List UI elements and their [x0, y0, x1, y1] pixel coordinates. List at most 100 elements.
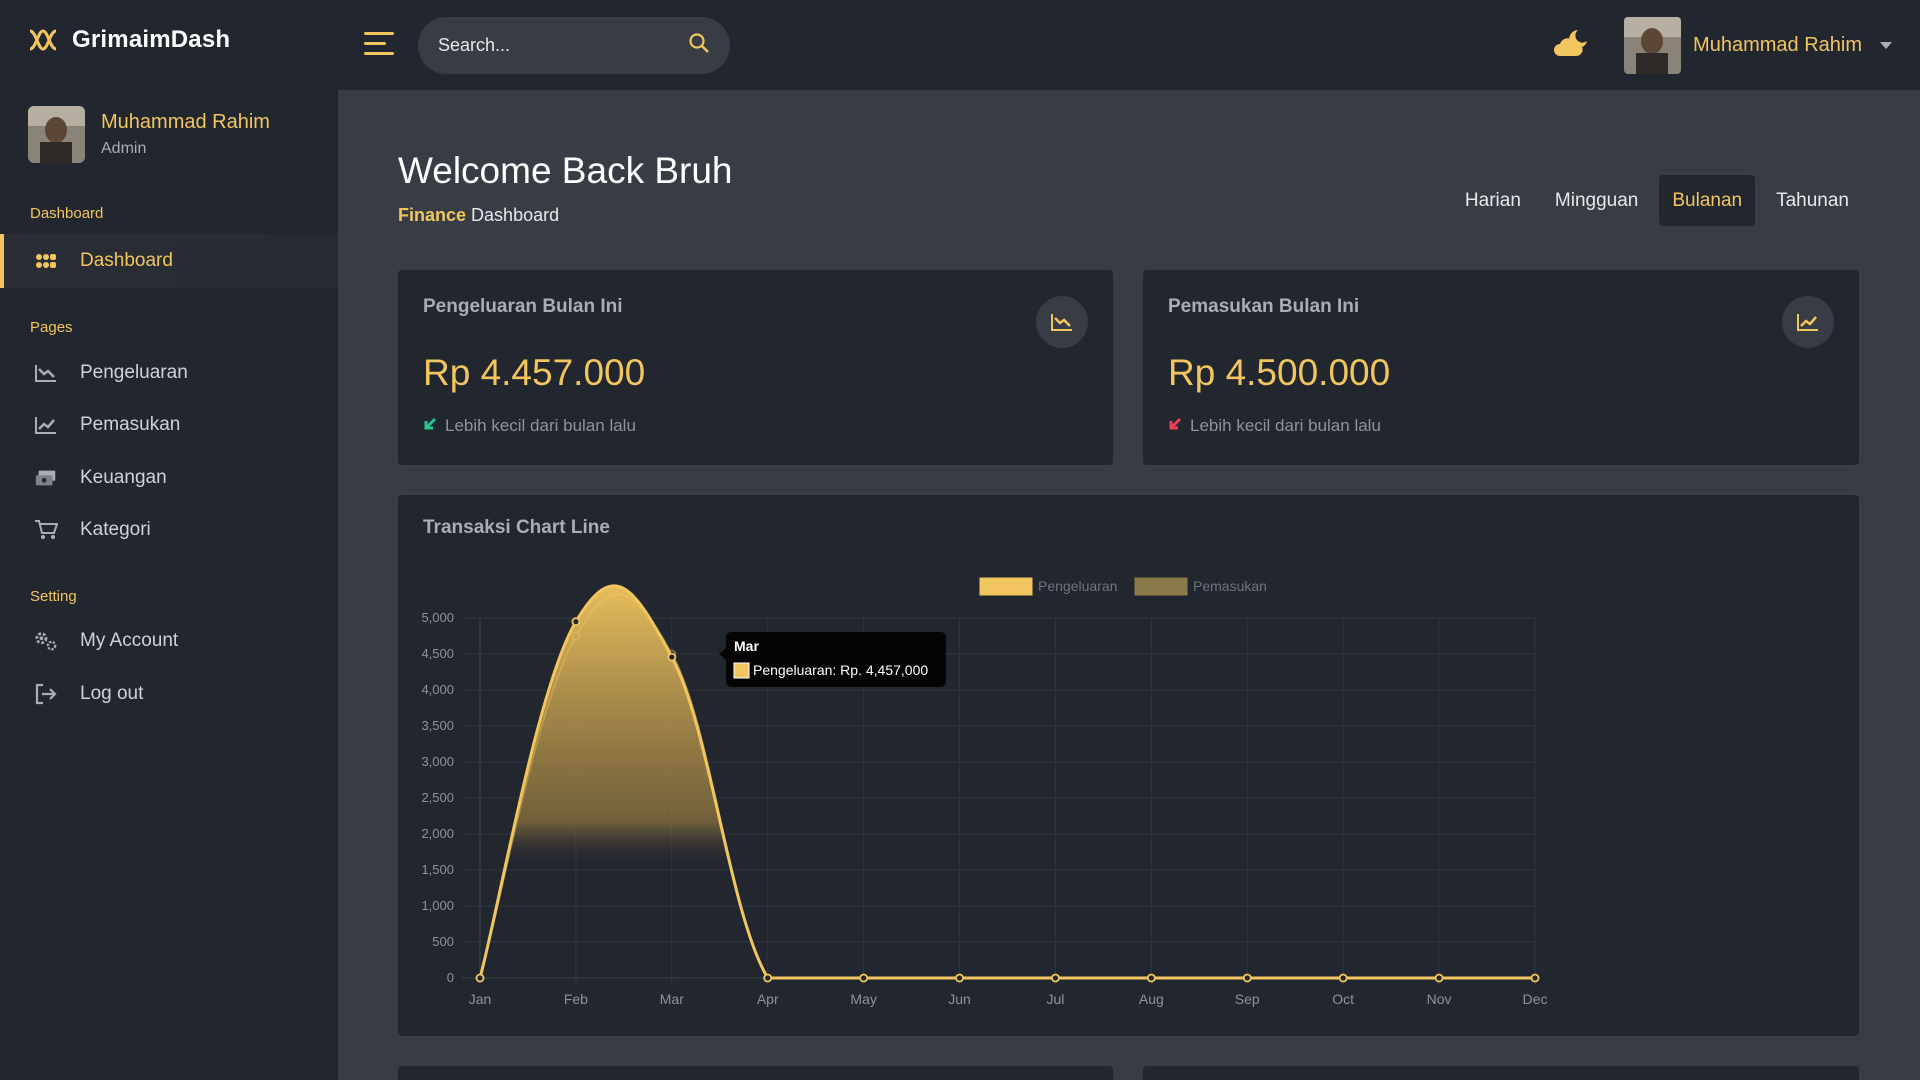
- brand-logo-icon: [28, 29, 58, 51]
- chart-down-icon[interactable]: [1036, 296, 1088, 348]
- card-note: Lebih kecil dari bulan lalu: [423, 416, 636, 436]
- tab-harian[interactable]: Harian: [1452, 175, 1534, 226]
- sidebar-item-label: Log out: [80, 683, 144, 704]
- avatar: [1624, 17, 1682, 74]
- tab-mingguan[interactable]: Mingguan: [1542, 175, 1651, 226]
- series-area-pengeluaran: [480, 585, 1535, 978]
- x-tick-label: May: [850, 991, 876, 1007]
- line-chart: 0 500 1,000 1,500 2,000 2,500 3,000 3,500 4,000 4…: [421, 577, 1548, 1007]
- bottom-card-right: [1143, 1066, 1859, 1080]
- sidebar-item-keuangan[interactable]: Keuangan: [0, 451, 338, 505]
- gears-icon: [34, 629, 58, 653]
- brand[interactable]: GrimaimDash: [28, 26, 230, 54]
- chart-down-icon: [34, 361, 58, 385]
- search-icon[interactable]: [688, 32, 710, 59]
- arrow-down-left-icon: [423, 416, 437, 436]
- sidebar-item-dashboard[interactable]: Dashboard: [0, 234, 338, 288]
- search-box: [418, 17, 730, 74]
- legend-swatch: [979, 577, 1033, 596]
- y-tick-label: 4,000: [421, 682, 454, 697]
- tab-bulanan[interactable]: Bulanan: [1659, 175, 1756, 226]
- data-point: [1242, 973, 1252, 983]
- chart-up-icon[interactable]: [1782, 296, 1834, 348]
- data-point: [667, 652, 677, 662]
- section-label-pages: Pages: [30, 319, 73, 336]
- y-tick-label: 5,000: [421, 610, 454, 625]
- card-value: Rp 4.457.000: [423, 352, 646, 393]
- section-label-setting: Setting: [30, 588, 77, 605]
- x-tick-label: Dec: [1523, 991, 1548, 1007]
- chevron-down-icon: [1880, 42, 1892, 49]
- card-note: Lebih kecil dari bulan lalu: [1168, 416, 1381, 436]
- x-tick-label: Oct: [1332, 991, 1354, 1007]
- x-tick-label: Sep: [1235, 991, 1260, 1007]
- sidebar: GrimaimDash Muhammad Rahim Admin Dashboa…: [0, 0, 338, 1080]
- data-point: [1434, 973, 1444, 983]
- sidebar-item-label: Pengeluaran: [80, 362, 188, 383]
- card-note-text: Lebih kecil dari bulan lalu: [1190, 416, 1381, 435]
- x-tick-label: Aug: [1139, 991, 1164, 1007]
- sidebar-profile[interactable]: Muhammad Rahim Admin: [28, 106, 270, 163]
- tooltip-title: Mar: [734, 638, 759, 654]
- page-title: Welcome Back Bruh: [398, 150, 733, 191]
- sidebar-item-my-account[interactable]: My Account: [0, 614, 338, 668]
- chart-up-icon: [34, 413, 58, 437]
- data-point: [763, 973, 773, 983]
- x-tick-label: Nov: [1427, 991, 1452, 1007]
- profile-role: Admin: [101, 140, 147, 157]
- tab-tahunan[interactable]: Tahunan: [1763, 175, 1862, 226]
- sidebar-item-label: Pemasukan: [80, 414, 181, 435]
- tooltip-text: Pengeluaran: Rp. 4,457,000: [753, 662, 928, 678]
- data-point: [859, 973, 869, 983]
- sidebar-item-label: Dashboard: [80, 250, 173, 271]
- y-tick-label: 1,500: [421, 862, 454, 877]
- legend-swatch: [1134, 577, 1188, 596]
- page-subtitle: Finance Dashboard: [398, 205, 559, 226]
- sidebar-item-logout[interactable]: Log out: [0, 667, 338, 721]
- tooltip-caret: [719, 648, 726, 660]
- period-tabs: Harian Mingguan Bulanan Tahunan: [1452, 175, 1862, 226]
- search-input[interactable]: [438, 35, 688, 56]
- y-tick-label: 4,500: [421, 646, 454, 661]
- data-point: [475, 973, 485, 983]
- theme-toggle-icon[interactable]: [1552, 26, 1590, 65]
- profile-name: Muhammad Rahim: [101, 111, 270, 133]
- tooltip-box: [726, 632, 946, 687]
- chart-card: Transaksi Chart Line 0 500 1,000 1,500 2,000…: [398, 495, 1859, 1036]
- x-tick-label: Jul: [1047, 991, 1065, 1007]
- y-tick-label: 2,000: [421, 826, 454, 841]
- tooltip-swatch: [733, 662, 750, 679]
- data-point: [571, 617, 581, 626]
- avatar: [28, 106, 85, 163]
- arrow-down-left-icon: [1168, 416, 1182, 436]
- x-tick-label: Apr: [757, 991, 779, 1007]
- data-point: [1146, 973, 1156, 983]
- legend-label: Pengeluaran: [1038, 578, 1117, 594]
- x-tick-label: Feb: [564, 991, 588, 1007]
- topbar: Muhammad Rahim: [338, 0, 1920, 90]
- sidebar-item-pemasukan[interactable]: Pemasukan: [0, 398, 338, 452]
- sidebar-item-kategori[interactable]: Kategori: [0, 503, 338, 557]
- logout-icon: [34, 682, 58, 706]
- income-card: Pemasukan Bulan Ini Rp 4.500.000 Lebih k…: [1143, 270, 1859, 465]
- sidebar-item-label: My Account: [80, 630, 179, 651]
- menu-toggle-icon[interactable]: [364, 32, 394, 56]
- y-tick-label: 1,000: [421, 898, 454, 913]
- data-point: [1338, 973, 1348, 983]
- y-tick-label: 3,500: [421, 718, 454, 733]
- user-menu[interactable]: Muhammad Rahim: [1624, 17, 1892, 74]
- data-point: [955, 973, 964, 983]
- cart-icon: [34, 518, 58, 542]
- section-label-dashboard: Dashboard: [30, 205, 104, 222]
- expense-card: Pengeluaran Bulan Ini Rp 4.457.000 Lebih…: [398, 270, 1113, 465]
- sidebar-item-pengeluaran[interactable]: Pengeluaran: [0, 346, 338, 400]
- money-exchange-icon: [34, 466, 58, 490]
- sidebar-item-label: Keuangan: [80, 467, 167, 488]
- x-tick-label: Mar: [660, 991, 684, 1007]
- y-tick-label: 500: [432, 934, 454, 949]
- user-name: Muhammad Rahim: [1693, 34, 1862, 56]
- subtitle-highlight: Finance: [398, 205, 467, 225]
- sidebar-item-label: Kategori: [80, 519, 151, 540]
- subtitle-rest: Dashboard: [471, 205, 560, 225]
- y-tick-label: 3,000: [421, 754, 454, 769]
